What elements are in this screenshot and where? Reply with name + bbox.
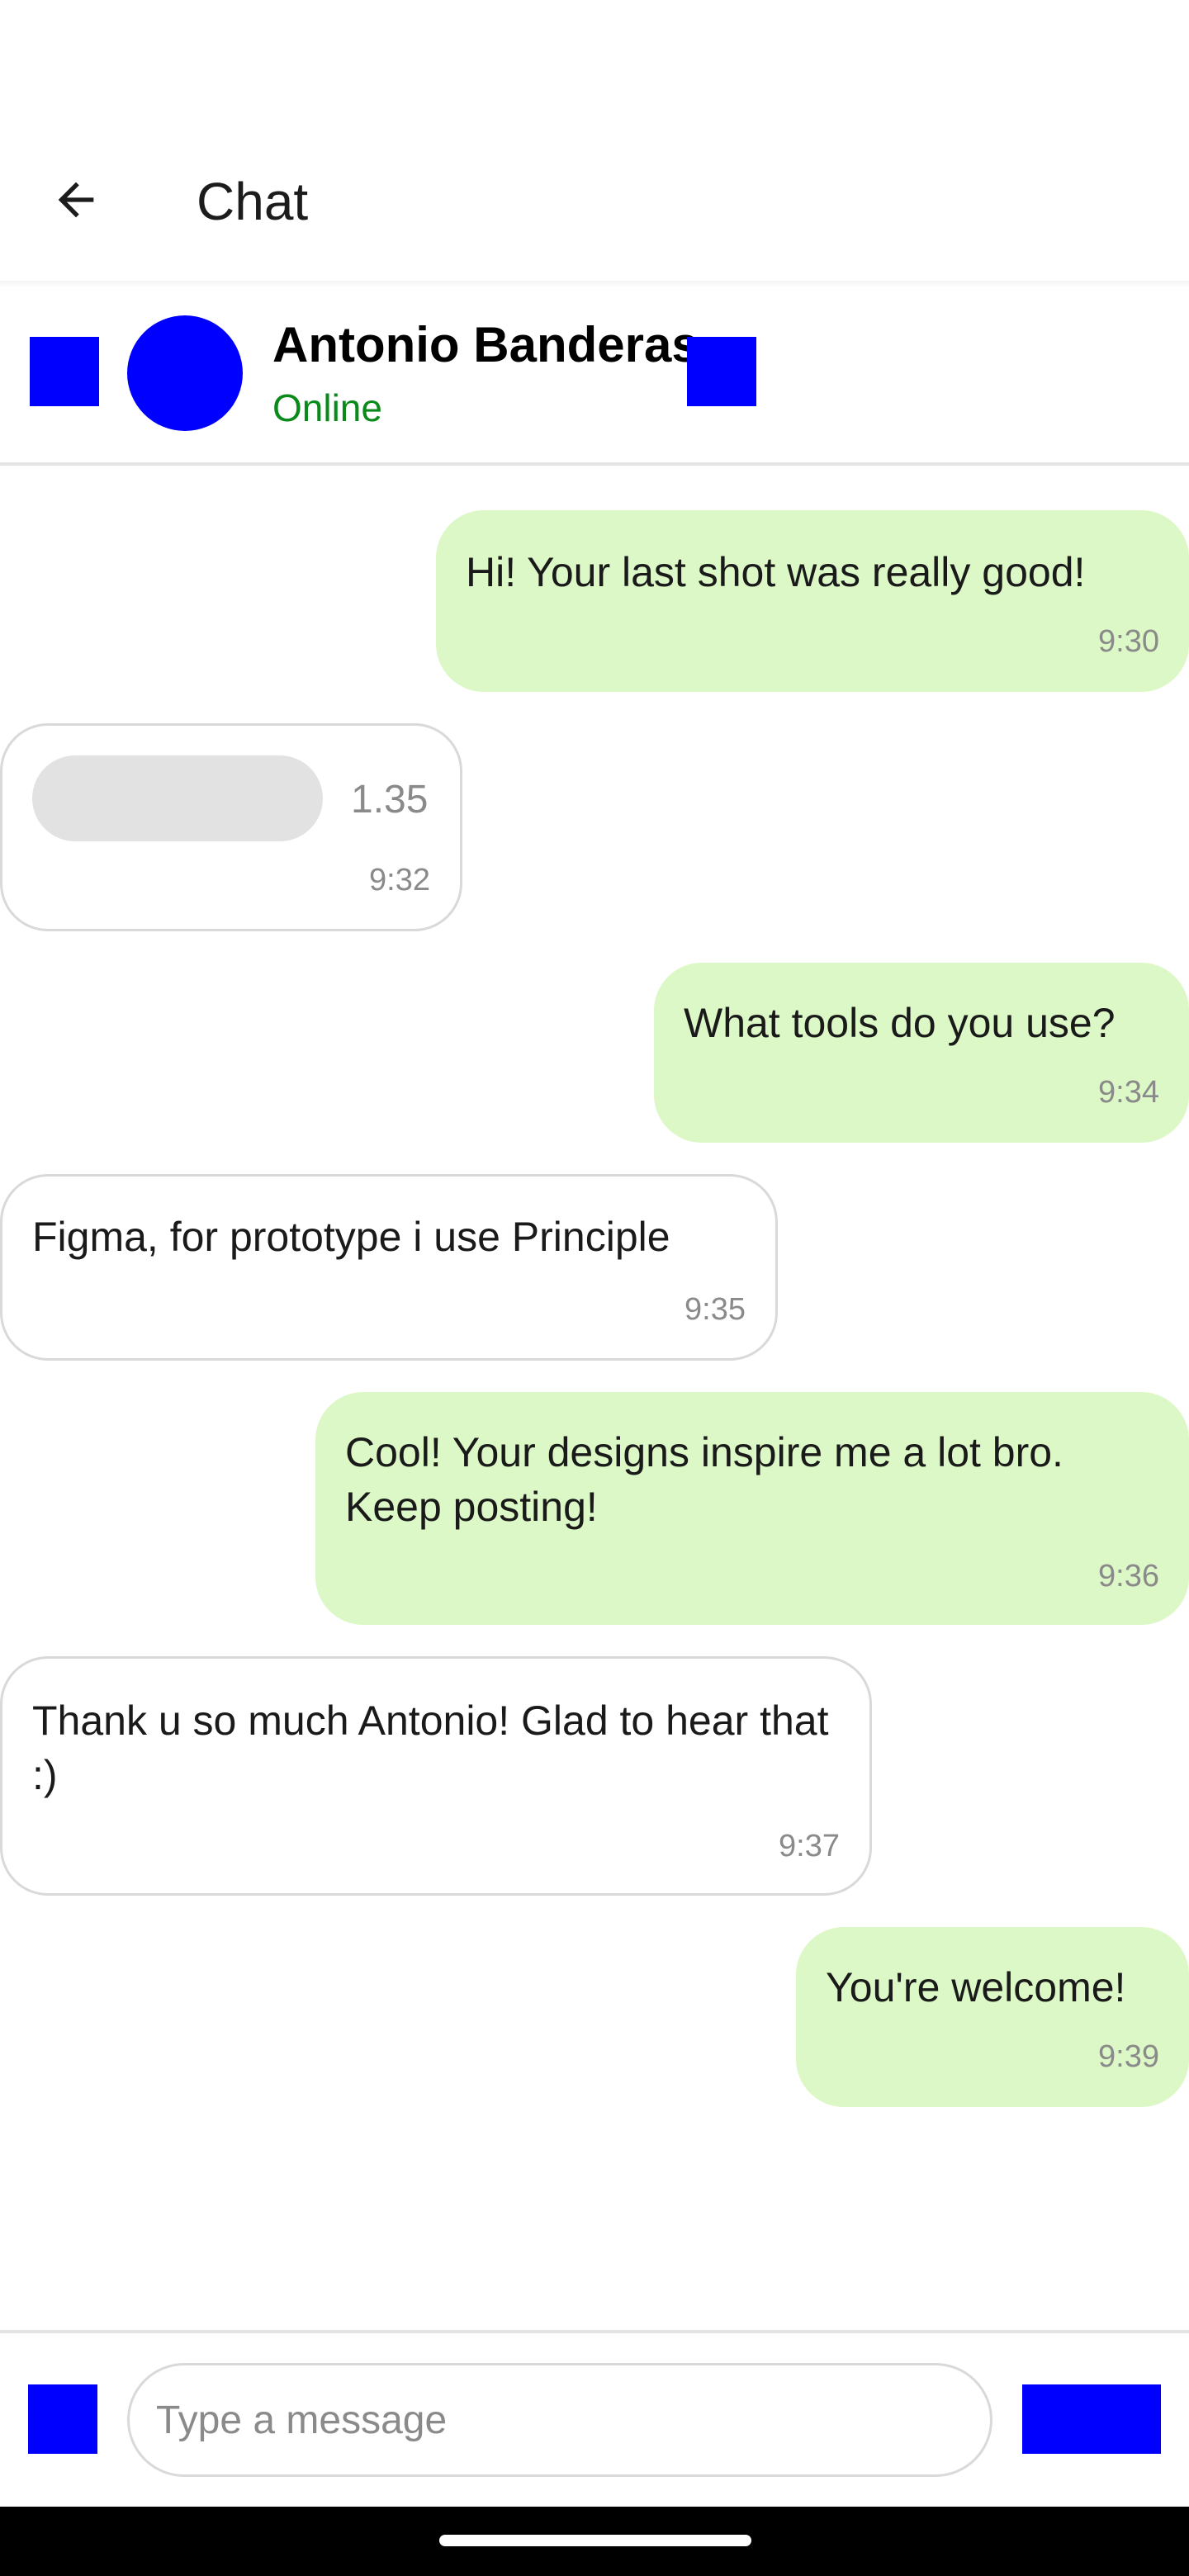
message-bubble-sent[interactable]: Cool! Your designs inspire me a lot bro.… <box>315 1392 1189 1625</box>
message-text: You're welcome! <box>826 1964 1126 2010</box>
menu-button[interactable] <box>30 337 99 406</box>
message-bubble-sent[interactable]: What tools do you use? 9:34 <box>654 963 1189 1143</box>
status-bar <box>0 0 1189 140</box>
voice-duration: 1.35 <box>351 778 429 822</box>
message-time: 9:35 <box>685 1292 746 1327</box>
avatar[interactable] <box>127 315 243 431</box>
call-button[interactable] <box>687 337 756 406</box>
message-time: 9:37 <box>779 1829 840 1863</box>
message-time: 9:36 <box>1098 1559 1159 1593</box>
home-indicator[interactable] <box>439 2535 751 2546</box>
send-button[interactable] <box>1022 2384 1161 2454</box>
app-bar <box>0 140 1189 282</box>
contact-name: Antonio Banderas <box>272 317 699 372</box>
message-bubble-received[interactable]: Thank u so much Antonio! Glad to hear th… <box>0 1656 872 1896</box>
message-text: Hi! Your last shot was really good! <box>466 549 1086 595</box>
message-bubble-voice: 1.35 9:32 <box>0 723 462 931</box>
message-text: Thank u so much Antonio! Glad to hear th… <box>32 1698 829 1798</box>
message-text: Cool! Your designs inspire me a lot bro.… <box>345 1429 1063 1530</box>
message-time: 9:39 <box>1098 2039 1159 2074</box>
message-bubble-sent[interactable]: You're welcome! 9:39 <box>796 1927 1189 2107</box>
attach-button[interactable] <box>28 2384 97 2454</box>
message-time: 9:32 <box>369 863 430 897</box>
message-time: 9:30 <box>1098 624 1159 659</box>
message-text: What tools do you use? <box>684 1000 1116 1046</box>
message-input[interactable] <box>127 2363 992 2477</box>
back-button[interactable] <box>41 165 111 234</box>
arrow-back-icon <box>58 182 94 218</box>
message-bubble-sent[interactable]: Hi! Your last shot was really good! 9:30 <box>436 510 1189 692</box>
message-time: 9:34 <box>1098 1075 1159 1110</box>
header-divider <box>0 462 1189 466</box>
page-title: Chat <box>197 172 309 231</box>
message-text: Figma, for prototype i use Principle <box>32 1214 670 1260</box>
voice-playback-bar[interactable] <box>32 755 323 841</box>
chat-screen: Chat Antonio Banderas Online Hi! Your la… <box>0 0 1189 2576</box>
message-bubble-received[interactable]: Figma, for prototype i use Principle 9:3… <box>0 1174 778 1361</box>
app-bar-shadow <box>0 281 1189 287</box>
contact-status: Online <box>272 386 382 429</box>
